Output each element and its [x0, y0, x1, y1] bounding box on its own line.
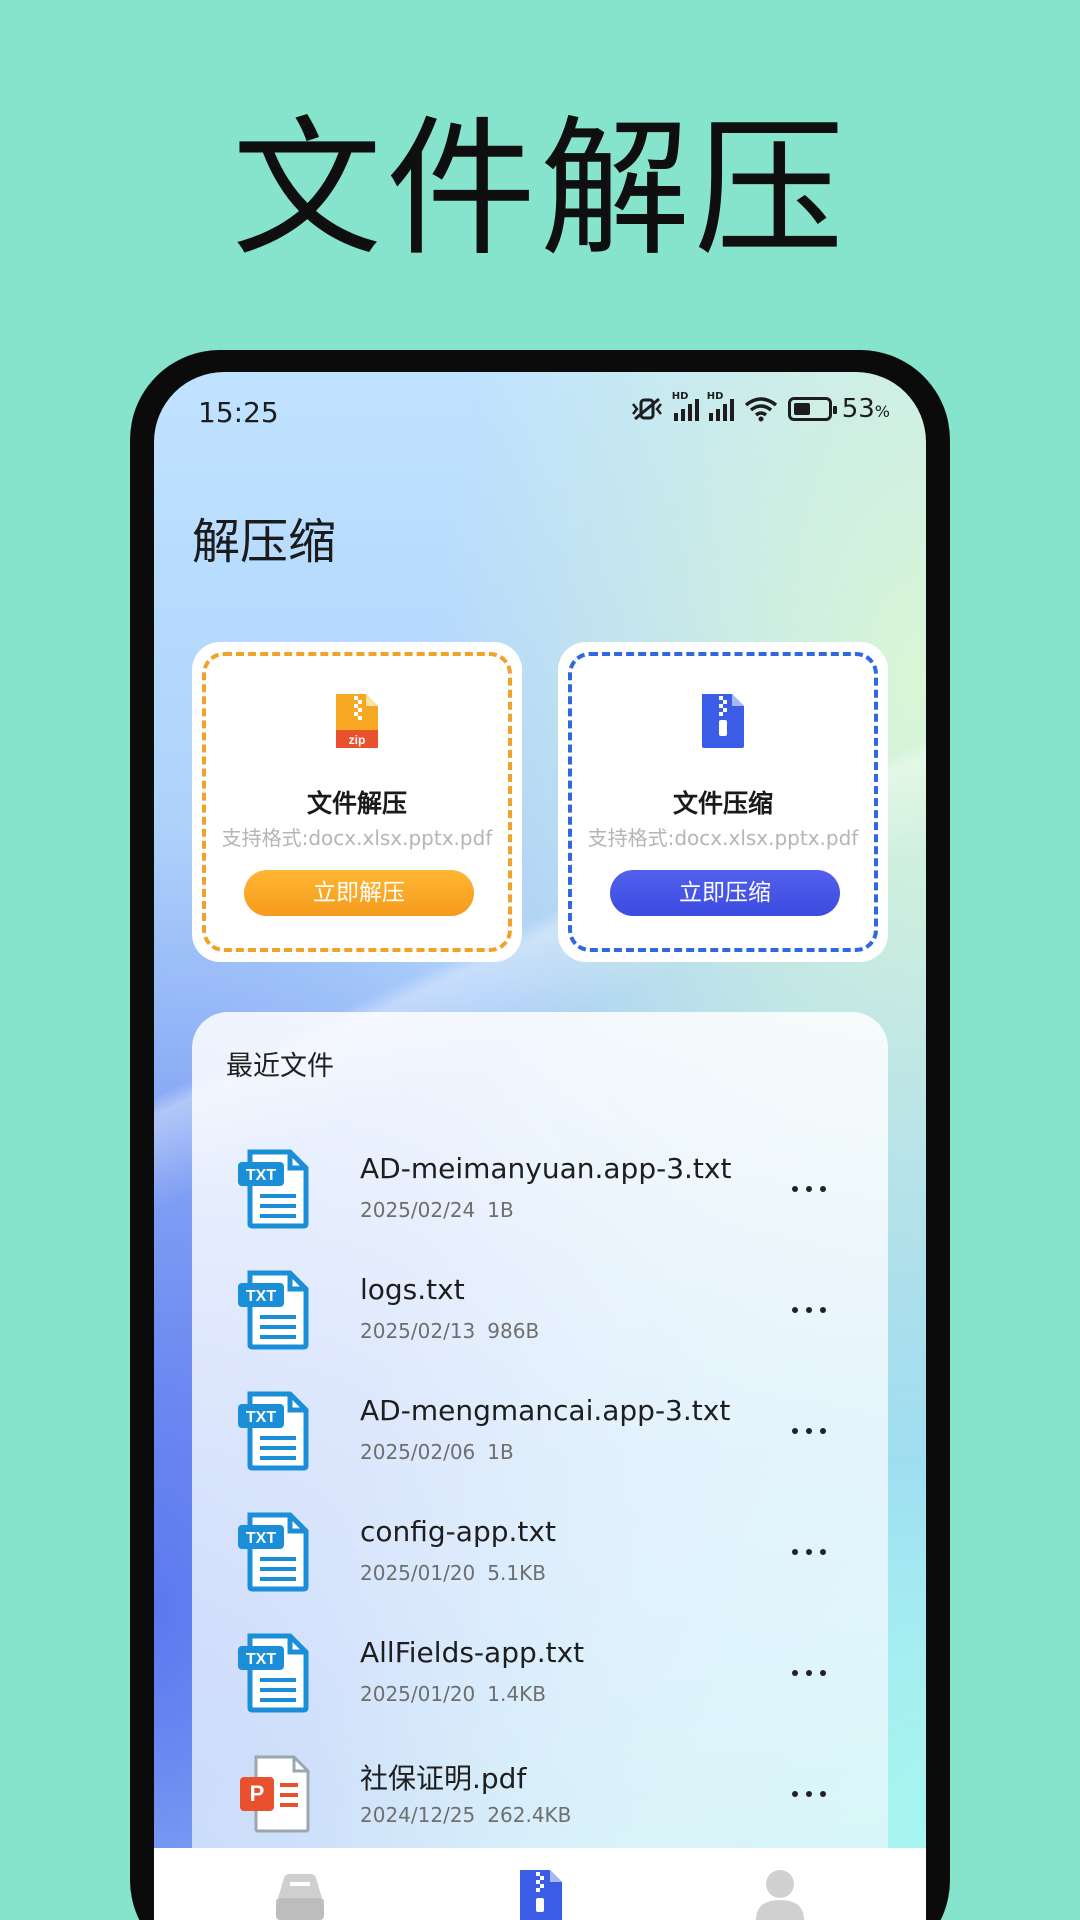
ppt-label: P [250, 1781, 265, 1806]
extract-card[interactable]: zip 文件解压 支持格式:docx.xlsx.pptx.pdf 立即解压 [192, 642, 522, 962]
file-row[interactable]: TXT config-app.txt 2025/01/20 5.1KB [192, 1503, 888, 1624]
zip-file-icon[interactable] [510, 1868, 570, 1920]
battery-icon [787, 397, 837, 421]
file-name: AD-meimanyuan.app-3.txt [360, 1152, 732, 1185]
page-title: 解压缩 [192, 514, 337, 570]
wifi-icon [744, 397, 777, 422]
file-meta: 2025/01/20 1.4KB [360, 1682, 546, 1706]
txt-file-icon: TXT [238, 1270, 309, 1350]
recent-files-title: 最近文件 [226, 1051, 334, 1082]
extract-card-subtitle: 支持格式:docx.xlsx.pptx.pdf [221, 826, 493, 850]
txt-file-icon: TXT [238, 1149, 309, 1229]
extract-card-title: 文件解压 [306, 789, 407, 818]
txt-label: TXT [246, 1409, 276, 1426]
more-options-icon[interactable] [784, 1537, 834, 1567]
more-options-icon[interactable] [784, 1174, 834, 1204]
file-meta: 2025/02/24 1B [360, 1198, 514, 1222]
txt-label: TXT [246, 1530, 276, 1547]
compress-card[interactable]: 文件压缩 支持格式:docx.xlsx.pptx.pdf 立即压缩 [558, 642, 888, 962]
extract-now-button[interactable]: 立即解压 [244, 870, 474, 916]
recent-files-panel: 最近文件 TXT AD-meimanyuan.app-3.txt 2025/02… [192, 1012, 888, 1920]
status-time: 15:25 [198, 396, 279, 429]
file-meta: 2024/12/25 262.4KB [360, 1803, 572, 1827]
more-options-icon[interactable] [784, 1779, 834, 1809]
compress-card-title: 文件压缩 [672, 789, 773, 818]
zip-label: zip [349, 733, 366, 747]
file-name: config-app.txt [360, 1515, 556, 1548]
file-meta: 2025/02/13 986B [360, 1319, 540, 1343]
file-row[interactable]: TXT logs.txt 2025/02/13 986B [192, 1261, 888, 1382]
hero-title: 文件解压 [231, 103, 848, 277]
compress-file-icon [702, 694, 744, 748]
status-bar: 15:25 HD HD 53% [154, 372, 926, 458]
more-options-icon[interactable] [784, 1416, 834, 1446]
signal-icon-2: HD [707, 391, 734, 421]
ppt-file-icon: P [240, 1755, 310, 1833]
file-name: 社保证明.pdf [360, 1762, 527, 1795]
txt-label: TXT [246, 1167, 276, 1184]
file-box-icon[interactable] [270, 1868, 330, 1920]
user-icon[interactable] [750, 1868, 810, 1920]
more-options-icon[interactable] [784, 1658, 834, 1688]
zip-file-icon: zip [336, 694, 378, 748]
compress-card-subtitle: 支持格式:docx.xlsx.pptx.pdf [587, 826, 859, 850]
txt-file-icon: TXT [238, 1633, 309, 1713]
txt-label: TXT [246, 1651, 276, 1668]
status-icons: HD HD 53% [630, 391, 890, 424]
file-meta: 2025/02/06 1B [360, 1440, 514, 1464]
file-meta: 2025/01/20 5.1KB [360, 1561, 546, 1585]
txt-file-icon: TXT [238, 1512, 309, 1592]
mute-vibrate-icon [631, 397, 662, 421]
file-row[interactable]: TXT AD-meimanyuan.app-3.txt 2025/02/24 1B [192, 1140, 888, 1261]
file-name: AllFields-app.txt [360, 1636, 585, 1669]
bottom-nav [154, 1848, 926, 1920]
file-name: AD-mengmancai.app-3.txt [360, 1394, 731, 1427]
signal-icon: HD [672, 391, 699, 421]
file-row[interactable]: TXT AD-mengmancai.app-3.txt 2025/02/06 1B [192, 1382, 888, 1503]
app-screen: 15:25 HD HD 53% 解压缩 zip 文件解压 支持格式:docx.x… [154, 372, 926, 1920]
more-options-icon[interactable] [784, 1295, 834, 1325]
file-row[interactable]: TXT AllFields-app.txt 2025/01/20 1.4KB [192, 1624, 888, 1745]
compress-now-button[interactable]: 立即压缩 [610, 870, 840, 916]
file-name: logs.txt [360, 1273, 465, 1306]
txt-file-icon: TXT [238, 1391, 309, 1471]
battery-percent: 53% [841, 394, 890, 424]
txt-label: TXT [246, 1288, 276, 1305]
